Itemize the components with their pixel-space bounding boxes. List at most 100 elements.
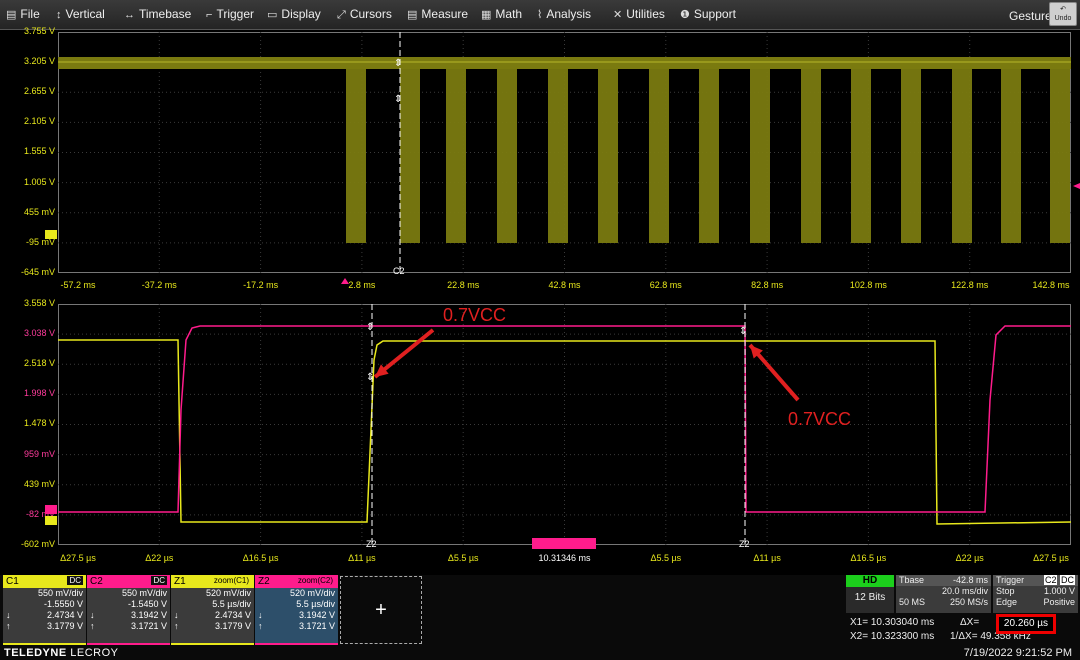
menu-math[interactable]: ▦ Math [481,7,522,21]
tbase-div: 20.0 ms/div [941,586,988,596]
tile-z1[interactable]: Z1 zoom(C1) 520 mV/div 5.5 µs/div ↓ 2.4734 V ↑… [171,575,254,645]
cursor-arrow-icon: ↓ [90,610,95,620]
add-trace-button[interactable]: + [340,576,422,644]
cursor-z2-tag: Z2 [366,539,377,549]
menu-label: File [20,7,40,21]
menu-utilities[interactable]: ✕ Utilities [613,7,665,21]
menu-cursors[interactable]: ⤢ Cursors [337,7,392,22]
menu-vertical[interactable]: ↕ Vertical [56,7,105,21]
trigger-channel: C2 [1043,575,1058,585]
tile-coupling: DC [67,576,83,585]
tile-coupling: DC [151,576,167,585]
tile-header: Z1 zoom(C1) [171,575,254,588]
trace-c1-pulse [446,60,466,243]
dx-label: ΔX= [960,617,980,628]
trace-c1-pulse [801,60,821,243]
menu-display[interactable]: ▭ Display [267,7,321,21]
cursor-arrow-icon: ↓ [258,610,263,620]
tile-color-bar [171,643,254,645]
menu-label: Math [495,7,523,21]
trace-c1-pulse [699,60,719,243]
trace-c1-pulse [851,60,871,243]
menu-label: Utilities [626,7,665,21]
support-icon: ❶ [680,9,690,21]
tbase-samples: 50 MS [899,597,926,607]
cursor-arrow-icon: ↑ [174,621,179,631]
file-icon: ▤ [6,9,17,21]
tile-offset: -1.5450 V [127,599,167,609]
annotation-label: 0.7VCC [443,305,506,325]
cursor-arrow-icon: ↑ [90,621,95,631]
cursor-arrow-icon: ↑ [6,621,11,631]
tile-vdiv: 520 mV/div [289,588,335,598]
tile-offset: -1.5550 V [43,599,83,609]
annotation-label: 0.7VCC [788,409,851,429]
waveform-canvas: C2 ⇕ ⇕ Z2 Z2 ⇕ ⇕ ⇕ 0.7VCC 0.7VCC [45,32,1080,549]
tile-header: C1 DC [3,575,86,588]
z1-marker [45,516,57,525]
brand-b: LECROY [70,647,119,659]
cursor-arrow-icon: ⇕ [366,372,374,383]
tile-source: zoom(C2) [297,576,333,585]
x2-label: X2= [850,631,869,642]
menu-support[interactable]: ❶ Support [680,7,736,21]
trigger-panel[interactable]: Trigger C2 DC Stop 1.000 V Edge Positive [993,575,1078,613]
trace-c1-pulse [1050,60,1070,243]
cursor-c2-tag: C2 [393,266,405,276]
cursors-icon: ⤢ [337,9,346,21]
tile-cursor2: 3.1721 V [130,621,167,631]
trigger-type: Edge [996,597,1018,607]
tile-offset: 5.5 µs/div [212,599,251,609]
menu-label: Measure [421,7,469,21]
menu-trigger[interactable]: ⌐ Trigger [206,7,254,21]
z2-marker [45,505,57,514]
menu-analysis[interactable]: ⌇ Analysis [537,7,591,21]
tile-source: zoom(C1) [213,576,249,585]
brand-logo: TELEDYNE LECROY [4,647,119,659]
trigger-mode: Stop [996,586,1015,596]
tile-vdiv: 550 mV/div [37,588,83,598]
menu-measure[interactable]: ▤ Measure [407,7,468,21]
tile-cursor2: 3.1721 V [298,621,335,631]
c1-marker [45,230,57,239]
tile-channel-name: C1 [6,576,19,587]
math-icon: ▦ [481,9,492,21]
tile-c2[interactable]: C2 DC 550 mV/div -1.5450 V ↓ 3.1942 V ↑ 3.1721 … [87,575,170,645]
display-icon: ▭ [267,9,278,21]
cursor-z2-tag: Z2 [739,539,750,549]
cursor-arrow-icon: ↓ [174,610,179,620]
tile-z2[interactable]: Z2 zoom(C2) 520 mV/div 5.5 µs/div ↓ 3.1942 V ↑… [255,575,338,645]
tile-channel-name: Z1 [174,576,186,587]
menu-label: Trigger [216,7,255,21]
tile-cursor1: 2.4734 V [214,610,251,620]
tile-color-bar [87,643,170,645]
cursor-arrow-icon: ⇕ [394,94,402,105]
hd-badge: HD [846,575,894,587]
cursor-arrow-icon: ↓ [6,610,11,620]
tile-cursor1: 3.1942 V [298,610,335,620]
tile-offset: 5.5 µs/div [296,599,335,609]
trigger-slope: Positive [1043,597,1075,607]
tile-color-bar [3,643,86,645]
menu-timebase[interactable]: ↔ Timebase [124,7,191,21]
zoom-center-badge [532,538,596,549]
bit-depth: 12 Bits [854,592,886,603]
utilities-icon: ✕ [613,9,623,21]
tile-cursor2: 3.1779 V [214,621,251,631]
menu-label: Analysis [546,7,592,21]
trace-c1-pulse [649,60,669,243]
measure-icon: ▤ [407,9,418,21]
hd-panel[interactable]: HD 12 Bits [846,575,894,613]
timebase-icon: ↔ [124,9,135,21]
menu-label: Support [693,7,736,21]
tile-c1[interactable]: C1 DC 550 mV/div -1.5550 V ↓ 2.4734 V ↑ 3.1779 … [3,575,86,645]
tbase-label: Tbase [899,575,925,585]
tile-vdiv: 520 mV/div [205,588,251,598]
menu-file[interactable]: ▤ File [6,7,40,21]
x1-value: 10.303040 ms [870,617,935,628]
trace-c1-pulse [598,60,618,243]
date-time: 7/19/2022 9:21:52 PM [963,647,1072,659]
tile-cursor2: 3.1779 V [46,621,83,631]
trigger-coupling: DC [1060,575,1075,585]
timebase-panel[interactable]: Tbase -42.8 ms 20.0 ms/div 50 MS 250 MS/s [896,575,991,613]
